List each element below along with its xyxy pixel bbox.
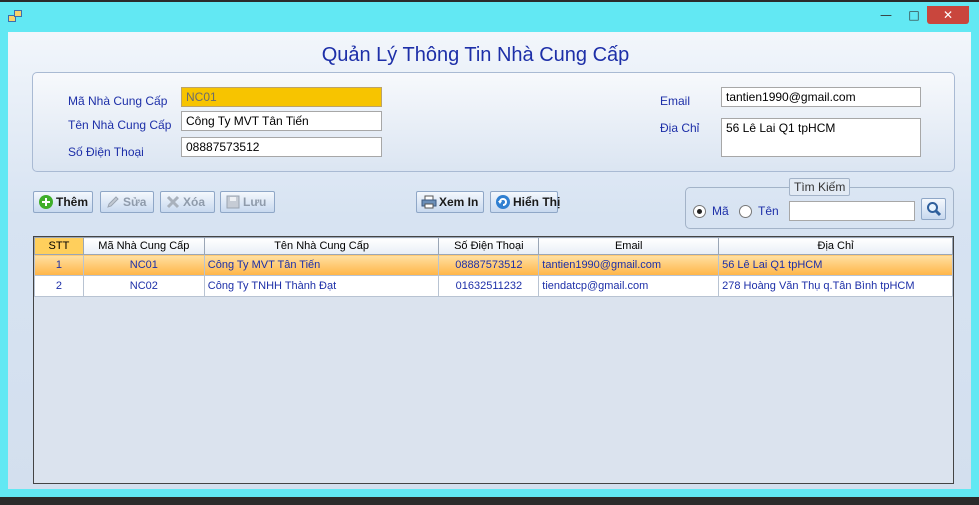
ten-ncc-label: Tên Nhà Cung Cấp — [68, 118, 172, 132]
printer-icon — [421, 194, 437, 210]
column-header-diachi[interactable]: Địa Chỉ — [718, 237, 953, 255]
print-preview-button[interactable]: Xem In — [416, 191, 484, 213]
grid-header-row: STT Mã Nhà Cung Cấp Tên Nhà Cung Cấp Số … — [34, 237, 953, 255]
delete-x-icon — [165, 194, 181, 210]
app-icon — [8, 10, 22, 22]
supplier-info-panel: Mã Nhà Cung Cấp NC01 Tên Nhà Cung Cấp Cô… — [32, 72, 955, 172]
show-button-label: Hiển Thị — [513, 195, 561, 209]
edit-button[interactable]: Sửa — [100, 191, 154, 213]
add-button[interactable]: Thêm — [33, 191, 93, 213]
supplier-grid[interactable]: STT Mã Nhà Cung Cấp Tên Nhà Cung Cấp Số … — [33, 236, 954, 484]
search-button[interactable] — [921, 198, 946, 220]
show-button[interactable]: Hiển Thị — [490, 191, 561, 213]
save-button-label: Lưu — [243, 195, 267, 209]
form-client-area: Quản Lý Thông Tin Nhà Cung Cấp Mã Nhà Cu… — [8, 32, 971, 489]
search-by-name-radio[interactable] — [739, 205, 752, 218]
cell-ten[interactable]: Công Ty MVT Tân Tiến — [203, 254, 440, 276]
delete-button-label: Xóa — [183, 195, 206, 209]
column-header-sdt[interactable]: Số Điện Thoại — [438, 237, 540, 255]
table-row[interactable]: 1 NC01 Công Ty MVT Tân Tiến 08887573512 … — [34, 254, 953, 276]
email-field[interactable]: tantien1990@gmail.com — [721, 87, 921, 107]
ma-ncc-field[interactable]: NC01 — [181, 87, 382, 107]
supplier-table: STT Mã Nhà Cung Cấp Tên Nhà Cung Cấp Số … — [34, 237, 953, 297]
cell-email[interactable]: tiendatcp@gmail.com — [538, 275, 720, 297]
add-icon — [38, 194, 54, 210]
close-button[interactable]: ✕ — [927, 6, 969, 24]
cell-ma[interactable]: NC02 — [82, 275, 205, 297]
ma-ncc-label: Mã Nhà Cung Cấp — [68, 94, 168, 108]
table-row[interactable]: 2 NC02 Công Ty TNHH Thành Đạt 0163251123… — [34, 275, 953, 297]
cell-ten[interactable]: Công Ty TNHH Thành Đạt — [203, 275, 440, 297]
sdt-field[interactable]: 08887573512 — [181, 137, 382, 157]
diachi-field[interactable]: 56 Lê Lai Q1 tpHCM — [721, 118, 921, 157]
save-icon — [225, 194, 241, 210]
cell-diachi[interactable]: 56 Lê Lai Q1 tpHCM — [718, 254, 953, 276]
page-title: Quản Lý Thông Tin Nhà Cung Cấp — [321, 44, 630, 66]
refresh-icon — [495, 194, 511, 210]
diachi-label: Địa Chỉ — [660, 121, 700, 135]
pencil-icon — [105, 194, 121, 210]
cell-sdt[interactable]: 08887573512 — [438, 254, 540, 276]
search-icon — [926, 201, 942, 217]
cell-email[interactable]: tantien1990@gmail.com — [538, 254, 720, 276]
cell-stt[interactable]: 1 — [34, 254, 84, 276]
add-button-label: Thêm — [56, 195, 89, 209]
cell-diachi[interactable]: 278 Hoàng Văn Thụ q.Tân Bình tpHCM — [718, 275, 953, 297]
sdt-label: Số Điện Thoại — [68, 145, 144, 159]
maximize-button[interactable]: □ — [903, 6, 925, 24]
column-header-stt[interactable]: STT — [34, 237, 84, 255]
delete-button[interactable]: Xóa — [160, 191, 215, 213]
cell-ma[interactable]: NC01 — [82, 254, 205, 276]
column-header-email[interactable]: Email — [538, 237, 720, 255]
minimize-button[interactable]: — — [875, 6, 897, 24]
column-header-ten[interactable]: Tên Nhà Cung Cấp — [203, 237, 440, 255]
cell-sdt[interactable]: 01632511232 — [438, 275, 540, 297]
print-preview-label: Xem In — [439, 195, 479, 209]
main-window: — □ ✕ Quản Lý Thông Tin Nhà Cung Cấp Mã … — [0, 2, 979, 497]
search-group: Tìm Kiếm Mã Tên — [685, 178, 954, 229]
search-by-code-radio[interactable] — [693, 205, 706, 218]
search-by-name-label[interactable]: Tên — [758, 204, 779, 218]
ten-ncc-field[interactable]: Công Ty MVT Tân Tiến — [181, 111, 382, 131]
search-input[interactable] — [789, 201, 915, 221]
title-bar[interactable]: — □ ✕ — [0, 2, 979, 30]
email-label: Email — [660, 94, 691, 108]
column-header-ma[interactable]: Mã Nhà Cung Cấp — [82, 237, 205, 255]
search-legend: Tìm Kiếm — [789, 178, 851, 196]
search-by-code-label[interactable]: Mã — [712, 204, 729, 218]
cell-stt[interactable]: 2 — [34, 275, 84, 297]
edit-button-label: Sửa — [123, 195, 147, 209]
save-button[interactable]: Lưu — [220, 191, 275, 213]
